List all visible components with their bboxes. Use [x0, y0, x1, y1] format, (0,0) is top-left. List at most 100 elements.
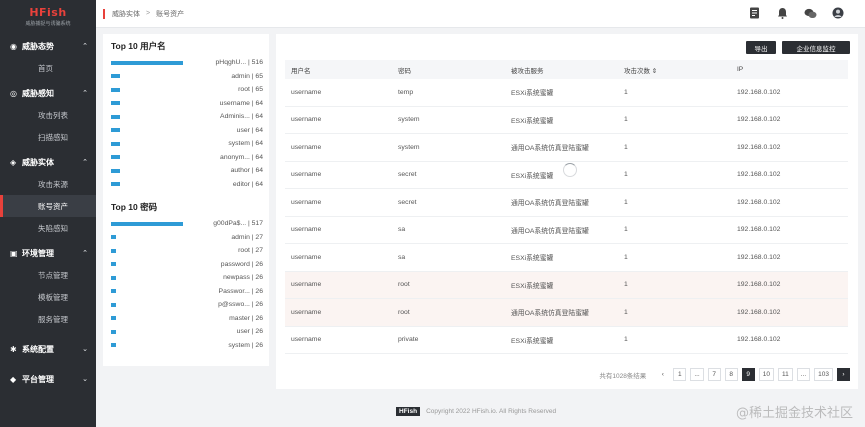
pagination-page[interactable]: 1: [673, 368, 687, 381]
nav-group-header[interactable]: ◎ 威胁感知 ⌃: [0, 82, 96, 104]
nav-group-header[interactable]: ◆ 平台管理 ⌄: [0, 368, 96, 390]
rank-bar: [111, 235, 116, 240]
table-row[interactable]: username system ESXi系统蜜罐 1 192.168.0.102: [285, 107, 848, 134]
pagination-ellipsis[interactable]: ...: [796, 368, 811, 381]
rank-bar: [111, 155, 120, 160]
pagination-ellipsis[interactable]: ...: [690, 368, 704, 381]
cell-ip: 192.168.0.102: [737, 281, 781, 289]
pagination-page[interactable]: 8: [724, 368, 738, 381]
rank-row: Passwor... | 26: [103, 285, 269, 299]
cell-password: temp: [398, 88, 414, 96]
wechat-icon[interactable]: [803, 6, 817, 20]
rank-bar: [111, 248, 116, 253]
cell-username: username: [291, 336, 322, 344]
rank-bar: [111, 128, 120, 133]
pagination-next[interactable]: ›: [837, 368, 850, 381]
document-icon[interactable]: [747, 6, 761, 20]
rank-bar: [111, 275, 116, 280]
pagination-page[interactable]: 10: [758, 368, 774, 381]
cell-password: sa: [398, 253, 406, 261]
sidebar-item[interactable]: 攻击来源: [0, 173, 96, 195]
logo[interactable]: HFish 威胁捕捉与诱骗系统: [0, 0, 96, 32]
rank-row: Adminis... | 64: [103, 110, 269, 124]
rank-label: password | 26: [220, 260, 263, 268]
export-button[interactable]: 导出: [746, 41, 776, 54]
cell-password: root: [398, 308, 410, 316]
rank-label: user | 26: [236, 328, 263, 336]
nav-group: ◈ 威胁实体 ⌃ 攻击来源 账号资产 失陷感知: [0, 151, 96, 239]
table-row[interactable]: username root ESXi系统蜜罐 1 192.168.0.102: [285, 271, 848, 299]
nav-group: ◉ 威胁态势 ⌃ 首页: [0, 35, 96, 79]
chevron-up-icon: ⌃: [82, 90, 88, 97]
table-row[interactable]: username temp ESXi系统蜜罐 1 192.168.0.102: [285, 79, 848, 107]
server-icon: ▣: [10, 248, 18, 258]
nav-group-header[interactable]: ▣ 环境管理 ⌃: [0, 242, 96, 264]
pagination-page[interactable]: 9: [741, 368, 755, 381]
pagination-total: 共有1028条结果: [599, 372, 647, 380]
cell-ip: 192.168.0.102: [737, 336, 781, 344]
pagination-page[interactable]: 11: [777, 368, 793, 381]
enterprise-monitor-button[interactable]: 企业信息监控: [782, 41, 850, 54]
table-row[interactable]: username sa ESXi系统蜜罐 1 192.168.0.102: [285, 244, 848, 272]
sidebar-item[interactable]: 首页: [0, 57, 96, 79]
rank-row: password | 26: [103, 258, 269, 272]
pagination-page[interactable]: 7: [707, 368, 721, 381]
table-row[interactable]: username private ESXi系统蜜罐 1 192.168.0.102: [285, 327, 848, 354]
breadcrumb-parent[interactable]: 威胁实体: [112, 9, 140, 19]
avatar-icon[interactable]: [831, 6, 845, 20]
rank-label: admin | 27: [231, 233, 263, 241]
table-row[interactable]: username root 通用OA系统仿真登陆蜜罐 1 192.168.0.102: [285, 299, 848, 327]
sidebar-item[interactable]: 账号资产: [0, 195, 96, 217]
nav-group-title: 平台管理: [22, 374, 54, 384]
cell-ip: 192.168.0.102: [737, 171, 781, 179]
rank-bar: [111, 289, 116, 294]
sidebar-item[interactable]: 模板管理: [0, 286, 96, 308]
cell-ip: 192.168.0.102: [737, 198, 781, 206]
rank-bar: [111, 74, 120, 79]
rank-bar: [111, 168, 120, 173]
pagination-prev[interactable]: ‹: [656, 368, 670, 381]
breadcrumb: 威胁实体 > 账号资产: [112, 9, 184, 19]
sidebar-item[interactable]: 节点管理: [0, 264, 96, 286]
radar-icon: ◎: [10, 88, 17, 98]
bell-icon[interactable]: [775, 6, 789, 20]
cell-ip: 192.168.0.102: [737, 308, 781, 316]
breadcrumb-separator: >: [146, 10, 151, 17]
rank-row: editor | 64: [103, 178, 269, 192]
nav-group-header[interactable]: ◉ 威胁态势 ⌃: [0, 35, 96, 57]
sidebar-item[interactable]: 服务管理: [0, 308, 96, 330]
table-row[interactable]: username system 通用OA系统仿真登陆蜜罐 1 192.168.0.102: [285, 134, 848, 162]
sidebar-item[interactable]: 扫描感知: [0, 126, 96, 148]
cell-attack-count: 1: [624, 143, 628, 151]
rank-bar: [111, 221, 183, 226]
rank-label: admin | 65: [231, 72, 263, 80]
loading-spinner: [563, 163, 577, 177]
nav-group-header[interactable]: ✱ 系统配置 ⌄: [0, 338, 96, 360]
rank-bar: [111, 302, 116, 307]
sidebar-item[interactable]: 攻击列表: [0, 104, 96, 126]
nav-group-title: 系统配置: [22, 344, 54, 354]
rank-bar: [111, 114, 120, 119]
sidebar-nav: ◉ 威胁态势 ⌃ 首页 ◎ 威胁感知 ⌃ 攻击列表 扫描感知 ◈ 威胁实体 ⌃ 攻击来源 账号资产 失陷感知…: [0, 35, 96, 390]
dashboard-icon: ◉: [10, 41, 17, 51]
cell-attack-count: 1: [624, 116, 628, 124]
table-header: 用户名 密码 被攻击服务 攻击次数 ⇕ IP: [285, 60, 848, 79]
header-attack-count[interactable]: 攻击次数 ⇕: [624, 65, 737, 75]
nav-group-header[interactable]: ◈ 威胁实体 ⌃: [0, 151, 96, 173]
sidebar-item[interactable]: 失陷感知: [0, 217, 96, 239]
table-row[interactable]: username secret 通用OA系统仿真登陆蜜罐 1 192.168.0.102: [285, 189, 848, 217]
cell-username: username: [291, 226, 322, 234]
pagination: 共有1028条结果 ‹ 1... 7 8 9 10 11... 103 ›: [599, 368, 850, 381]
chevron-up-icon: ⌃: [82, 43, 88, 50]
pagination-page[interactable]: 103: [814, 368, 833, 381]
nav-group-title: 威胁感知: [22, 88, 54, 98]
rank-row: anonym... | 64: [103, 151, 269, 165]
top-ten-panel: Top 10 用户名 pHqghU... | 516 admin | 65 root…: [103, 34, 269, 366]
rank-label: username | 64: [219, 99, 263, 107]
cell-password: sa: [398, 226, 406, 234]
rank-label: system | 64: [228, 140, 263, 148]
table-row[interactable]: username sa 通用OA系统仿真登陆蜜罐 1 192.168.0.102: [285, 217, 848, 244]
cell-password: system: [398, 116, 420, 124]
cell-ip: 192.168.0.102: [737, 116, 781, 124]
footer: HFish Copyright 2022 HFish.io. All Right…: [396, 407, 556, 416]
